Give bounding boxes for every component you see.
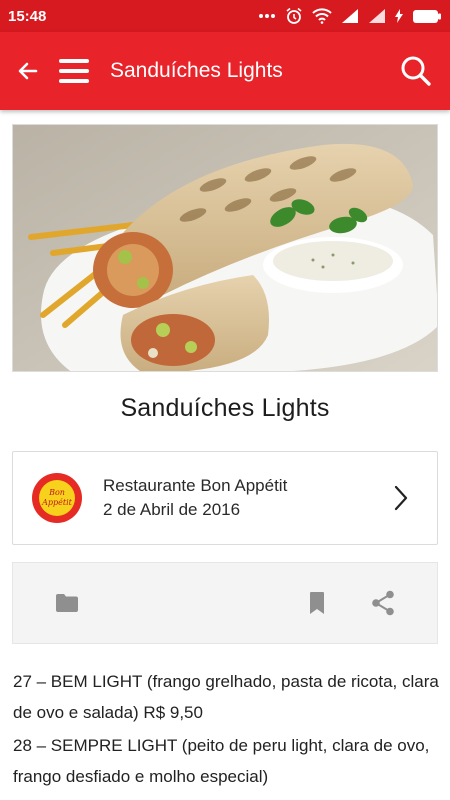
chevron-right-icon: [394, 485, 408, 511]
wifi-icon: [312, 8, 332, 24]
bookmark-icon: [310, 592, 324, 614]
menu-button[interactable]: [52, 47, 96, 95]
source-card[interactable]: Bon Appétit Restaurante Bon Appétit 2 de…: [12, 451, 438, 545]
restaurant-logo: Bon Appétit: [32, 473, 82, 523]
back-button[interactable]: [4, 47, 52, 95]
post-paragraph: 28 – SEMPRE LIGHT (peito de peru light, …: [13, 736, 430, 786]
folder-icon: [56, 594, 78, 612]
source-date: 2 de Abril de 2016: [103, 500, 241, 519]
content-area[interactable]: Sanduíches Lights Bon Appétit Restaurant…: [0, 110, 450, 800]
share-icon: [372, 590, 394, 616]
post-title: Sanduíches Lights: [120, 394, 330, 422]
battery-icon: [413, 9, 441, 23]
search-button[interactable]: [392, 47, 440, 95]
menu-icon: [59, 59, 89, 83]
source-chevron[interactable]: [389, 483, 413, 513]
app-bar-title: Sanduíches Lights: [110, 59, 283, 82]
status-time: 15:48: [8, 7, 47, 25]
status-bar: 15:48: [0, 0, 450, 32]
source-name: Restaurante Bon Appétit: [103, 476, 288, 495]
arrow-back-icon: [18, 62, 38, 80]
logo-text-line-2: Appétit: [41, 498, 73, 507]
wrap-sandwich-image: [13, 125, 437, 371]
search-icon: [401, 56, 431, 86]
signal-icon: [369, 9, 385, 23]
share-button[interactable]: [363, 583, 403, 623]
folder-button[interactable]: [47, 583, 87, 623]
post-image: [12, 124, 438, 372]
post-body: 27 – BEM LIGHT (frango grelhado, pasta d…: [13, 666, 439, 794]
source-info: Restaurante Bon Appétit 2 de Abril de 20…: [103, 474, 287, 522]
logo-text-line-1: Bon: [48, 488, 65, 497]
dots-icon: [259, 14, 275, 18]
alarm-icon: [286, 7, 302, 24]
status-icons: [258, 7, 442, 25]
app-bar: Sanduíches Lights: [0, 32, 450, 110]
charging-icon: [395, 9, 403, 23]
signal-icon: [342, 9, 358, 23]
action-bar: [12, 562, 438, 644]
bookmark-button[interactable]: [297, 583, 337, 623]
post-paragraph: 27 – BEM LIGHT (frango grelhado, pasta d…: [13, 672, 439, 722]
